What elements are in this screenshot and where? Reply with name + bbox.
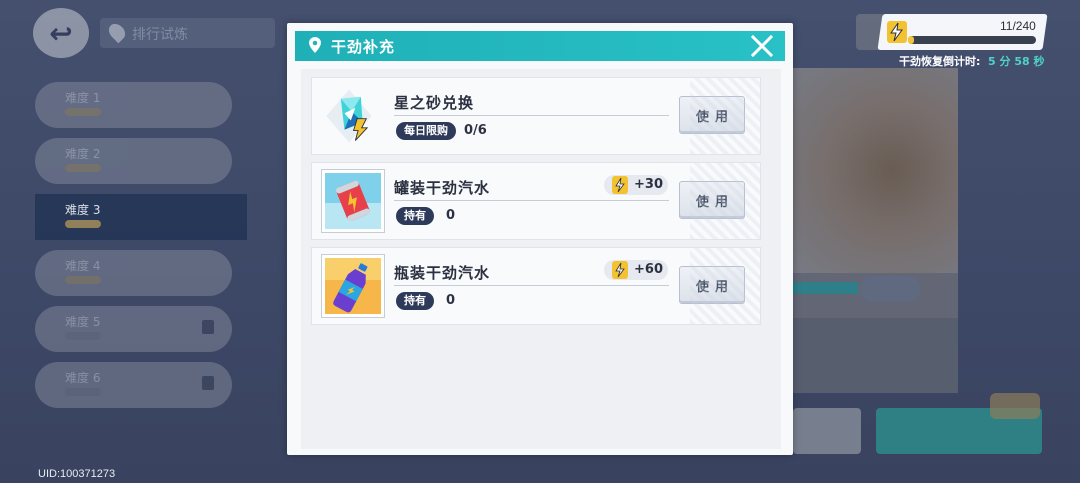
level-label: 难度 3 bbox=[65, 203, 101, 217]
stamina-refill-dialog: 干劲补充 星之砂兑换 每日限购 0/6 使用 罐装干劲汽水 +30 持有 0 使… bbox=[287, 23, 793, 455]
use-button[interactable]: 使用 bbox=[679, 266, 745, 304]
stamina-gain-badge: +60 bbox=[604, 260, 668, 280]
lightning-bolt-icon bbox=[612, 261, 628, 279]
canned-soda-icon bbox=[325, 173, 381, 229]
close-icon[interactable] bbox=[749, 33, 775, 59]
level-label: 难度 2 bbox=[65, 147, 101, 161]
location-title-bar: 排行试炼 bbox=[100, 18, 275, 48]
item-name: 瓶装干劲汽水 bbox=[394, 264, 491, 282]
item-divider bbox=[394, 285, 669, 286]
location-pin-icon bbox=[105, 20, 129, 44]
list-item-star-sand: 星之砂兑换 每日限购 0/6 使用 bbox=[311, 77, 761, 155]
dialog-header: 干劲补充 bbox=[295, 31, 785, 61]
secondary-action-button[interactable] bbox=[793, 408, 861, 454]
item-divider bbox=[394, 200, 669, 201]
lightning-bolt-icon bbox=[887, 21, 907, 43]
level-stars bbox=[65, 276, 101, 284]
lock-icon bbox=[202, 376, 214, 390]
level-label: 难度 4 bbox=[65, 259, 101, 273]
uid-label: UID:100371273 bbox=[38, 468, 116, 480]
back-button[interactable]: ↩ bbox=[33, 8, 89, 58]
back-arrow-icon: ↩ bbox=[49, 16, 73, 50]
stamina-gain-value: +30 bbox=[634, 177, 663, 192]
use-button-label: 使用 bbox=[695, 279, 734, 295]
use-button[interactable]: 使用 bbox=[679, 96, 745, 134]
stage-detail-button[interactable] bbox=[860, 276, 920, 302]
level-stars bbox=[65, 108, 101, 116]
daily-limit-tag: 每日限购 bbox=[396, 122, 456, 140]
lock-icon bbox=[202, 320, 214, 334]
stamina-gain-value: +60 bbox=[634, 262, 663, 277]
location-pin-icon bbox=[309, 37, 321, 53]
level-item-locked[interactable]: 难度 5 bbox=[35, 306, 232, 352]
level-stars bbox=[65, 388, 101, 396]
use-button-label: 使用 bbox=[695, 109, 734, 125]
owned-tag: 持有 bbox=[396, 292, 434, 310]
stamina-cost-badge bbox=[990, 393, 1040, 419]
reward-grid bbox=[793, 318, 958, 393]
level-label: 难度 6 bbox=[65, 371, 101, 385]
list-item-canned-soda: 罐装干劲汽水 +30 持有 0 使用 bbox=[311, 162, 761, 240]
level-item-active[interactable]: 难度 3 bbox=[35, 194, 247, 240]
item-count: 0 bbox=[446, 208, 456, 223]
stamina-value: 11/240 bbox=[1000, 19, 1036, 33]
item-divider bbox=[394, 115, 669, 116]
dialog-title: 干劲补充 bbox=[331, 38, 396, 56]
item-name: 罐装干劲汽水 bbox=[394, 179, 491, 197]
bottled-soda-icon bbox=[325, 258, 381, 314]
item-count: 0 bbox=[446, 293, 456, 308]
item-name: 星之砂兑换 bbox=[394, 94, 475, 112]
stage-progress-bar bbox=[793, 282, 858, 294]
level-item[interactable]: 难度 2 bbox=[35, 138, 232, 184]
stage-preview-image bbox=[793, 68, 958, 273]
list-item-bottled-soda: 瓶装干劲汽水 +60 持有 0 使用 bbox=[311, 247, 761, 325]
level-item-locked[interactable]: 难度 6 bbox=[35, 362, 232, 408]
level-stars bbox=[65, 332, 101, 340]
owned-tag: 持有 bbox=[396, 207, 434, 225]
dialog-body: 星之砂兑换 每日限购 0/6 使用 罐装干劲汽水 +30 持有 0 使用 瓶装干… bbox=[301, 69, 781, 449]
level-label: 难度 5 bbox=[65, 315, 101, 329]
stamina-bar-fill bbox=[908, 36, 914, 44]
use-button-label: 使用 bbox=[695, 194, 734, 210]
stamina-bar bbox=[908, 36, 1036, 44]
location-title: 排行试炼 bbox=[132, 27, 188, 43]
stamina-gain-badge: +30 bbox=[604, 175, 668, 195]
stamina-timer-value: 5 分 58 秒 bbox=[988, 55, 1045, 68]
item-count: 0/6 bbox=[464, 123, 487, 138]
level-label: 难度 1 bbox=[65, 91, 101, 105]
level-stars bbox=[65, 164, 101, 172]
item-icon-frame bbox=[321, 169, 385, 233]
star-sand-crystal-icon bbox=[326, 89, 372, 143]
level-item[interactable]: 难度 1 bbox=[35, 82, 232, 128]
use-button[interactable]: 使用 bbox=[679, 181, 745, 219]
item-icon-frame bbox=[321, 254, 385, 318]
lightning-bolt-icon bbox=[612, 176, 628, 194]
level-stars bbox=[65, 220, 101, 228]
stamina-timer-label: 干劲恢复倒计时: bbox=[899, 55, 981, 68]
level-item[interactable]: 难度 4 bbox=[35, 250, 232, 296]
